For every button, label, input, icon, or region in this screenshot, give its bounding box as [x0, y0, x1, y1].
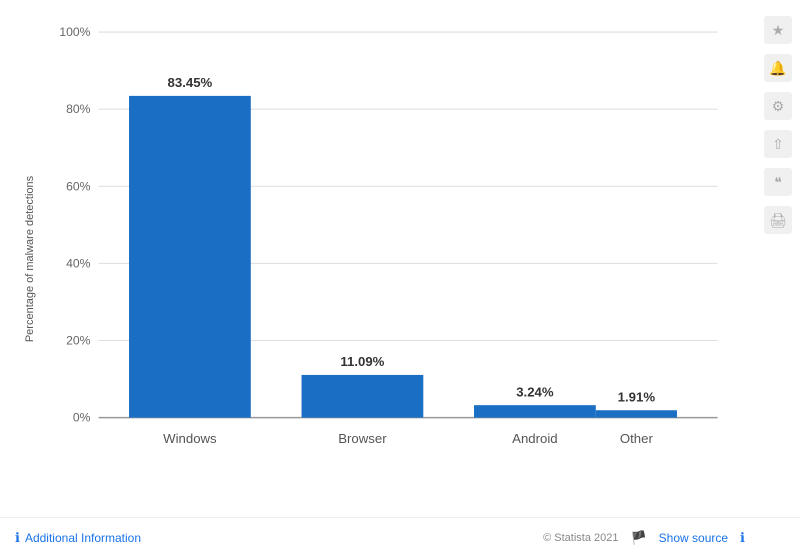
svg-text:Windows: Windows [163, 431, 217, 446]
additional-info-section[interactable]: ℹ Additional Information [15, 530, 141, 546]
bar-other [596, 410, 677, 417]
additional-info-label[interactable]: Additional Information [25, 531, 141, 545]
svg-text:0%: 0% [73, 411, 91, 425]
svg-text:83.45%: 83.45% [168, 75, 213, 90]
chart-container: Percentage of malware detections 100% 80… [0, 0, 800, 557]
svg-text:100%: 100% [59, 25, 90, 39]
gear-icon[interactable]: ⚙ [764, 92, 792, 120]
bar-android [474, 405, 596, 417]
source-info-icon[interactable]: ℹ [740, 530, 745, 546]
bar-chart-svg: 100% 80% 60% 40% 20% 0% 83.45% Windows 1… [58, 10, 748, 460]
share-icon[interactable]: ⇧ [764, 130, 792, 158]
footer-right: © Statista 2021 🏴 Show source ℹ [543, 530, 745, 546]
sidebar-icons: ★ 🔔 ⚙ ⇧ ❝ 🖨 [764, 16, 792, 234]
svg-text:Browser: Browser [338, 431, 387, 446]
print-icon[interactable]: 🖨 [764, 206, 792, 234]
bar-windows [129, 96, 251, 418]
show-source-link[interactable]: Show source [659, 531, 728, 545]
footer: ℹ Additional Information © Statista 2021… [0, 517, 800, 557]
svg-text:Other: Other [620, 431, 654, 446]
svg-text:1.91%: 1.91% [618, 389, 656, 404]
y-axis-label-text: Percentage of malware detections [24, 175, 36, 341]
y-axis-label: Percentage of malware detections [5, 0, 55, 517]
svg-text:40%: 40% [66, 256, 91, 270]
svg-text:11.09%: 11.09% [340, 354, 384, 369]
svg-text:Android: Android [512, 431, 557, 446]
svg-text:60%: 60% [66, 179, 91, 193]
quote-icon[interactable]: ❝ [764, 168, 792, 196]
statista-label: © Statista 2021 [543, 532, 618, 544]
star-icon[interactable]: ★ [764, 16, 792, 44]
svg-text:20%: 20% [66, 334, 91, 348]
bar-browser [302, 375, 424, 418]
svg-text:3.24%: 3.24% [516, 384, 554, 399]
bell-icon[interactable]: 🔔 [764, 54, 792, 82]
info-icon: ℹ [15, 530, 20, 546]
svg-text:80%: 80% [66, 102, 91, 116]
flag-icon: 🏴 [630, 530, 646, 546]
